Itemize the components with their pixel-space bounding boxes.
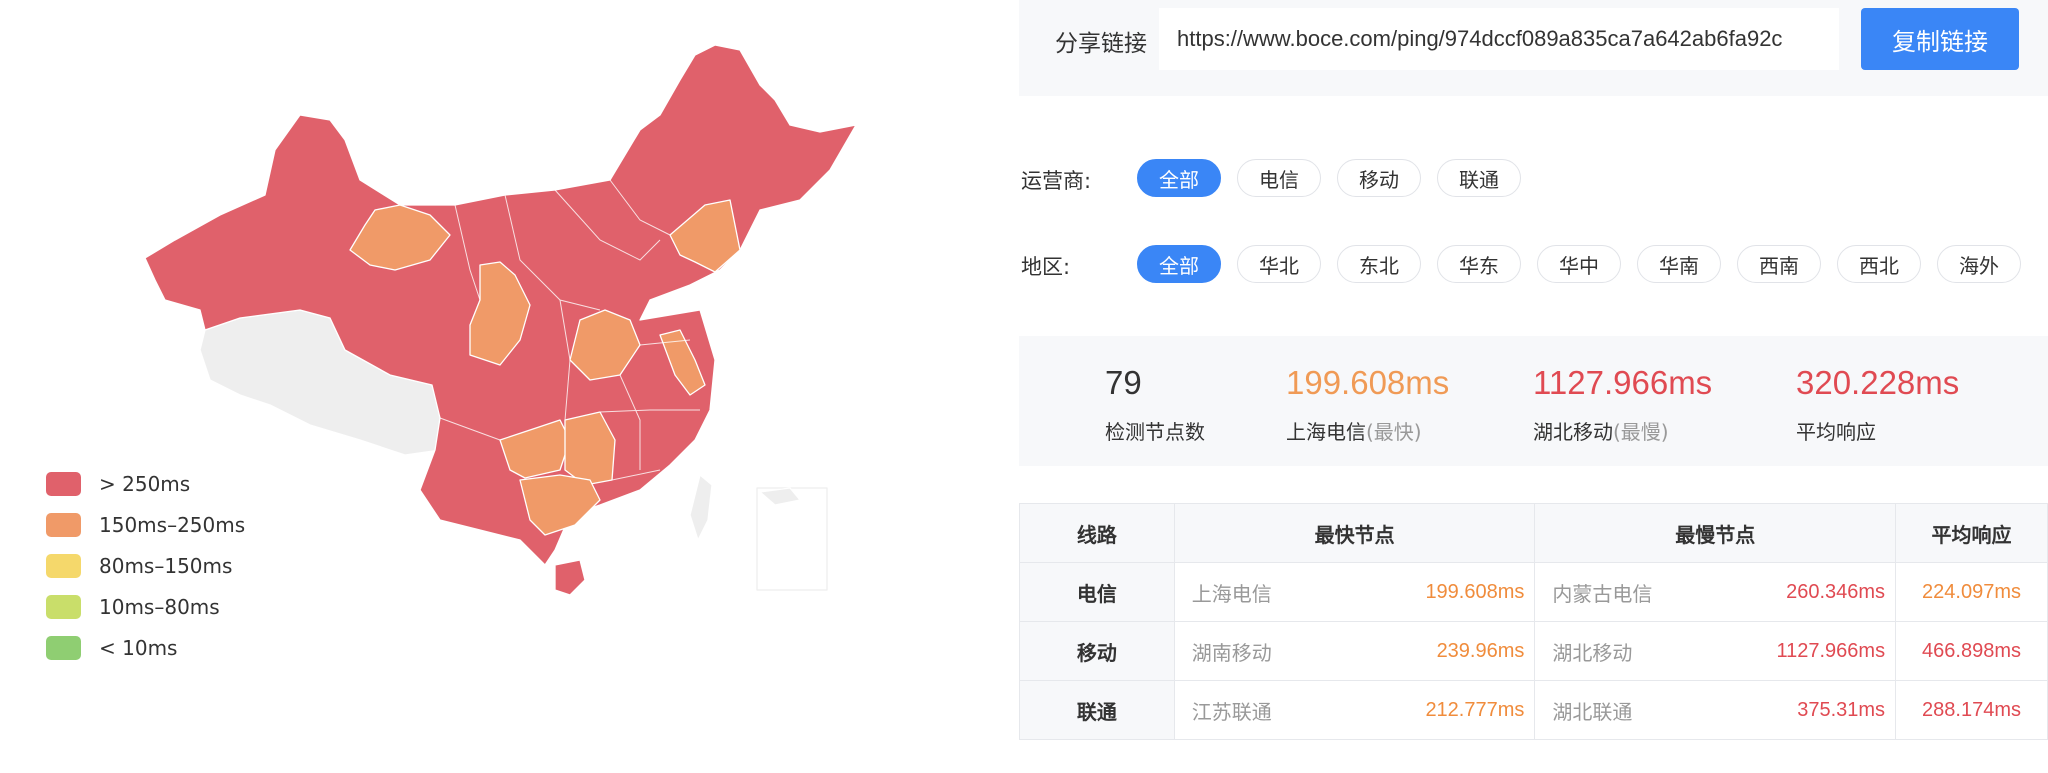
operator-pill-unicom[interactable]: 联通 (1437, 159, 1521, 197)
average-value: 320.228ms (1796, 364, 1960, 401)
fastest-label: 上海电信(最快) (1286, 416, 1422, 445)
slow-node-cell: 内蒙古电信 260.346ms (1534, 562, 1897, 622)
copy-link-button[interactable]: 复制链接 (1861, 8, 2019, 70)
table-row[interactable]: 联通 江苏联通 212.777ms 湖北联通 375.31ms 288.174ms (1019, 680, 2048, 740)
legend-item[interactable]: < 10ms (46, 627, 245, 668)
legend-label: > 250ms (99, 471, 191, 496)
share-label: 分享链接 (1055, 31, 1147, 57)
region-pill-overseas[interactable]: 海外 (1937, 245, 2021, 283)
legend-item[interactable]: > 250ms (46, 463, 245, 504)
slow-node-cell: 湖北联通 375.31ms (1534, 680, 1897, 740)
operator-filter-label: 运营商: (1021, 169, 1092, 193)
south-sea-inset (756, 487, 828, 591)
table-header-row: 线路 最快节点 最慢节点 平均响应 (1019, 503, 2048, 563)
region-hainan[interactable] (554, 559, 586, 596)
legend-swatch (46, 512, 81, 537)
legend-item[interactable]: 10ms–80ms (46, 586, 245, 627)
region-pill-southwest[interactable]: 西南 (1737, 245, 1821, 283)
slowest-value: 1127.966ms (1533, 364, 1713, 401)
region-pill-south[interactable]: 华南 (1637, 245, 1721, 283)
slow-node-ms: 375.31ms (1797, 698, 1886, 721)
node-count-label: 检测节点数 (1105, 420, 1205, 444)
fast-node-name: 湖南移动 (1191, 640, 1272, 665)
average-cell: 466.898ms (1895, 621, 2048, 681)
legend-swatch (46, 553, 81, 578)
map-legend: > 250ms 150ms–250ms 80ms–150ms 10ms–80ms… (46, 463, 245, 668)
average-cell: 224.097ms (1895, 562, 2048, 622)
region-taiwan[interactable] (689, 474, 713, 541)
slow-node-ms: 260.346ms (1786, 580, 1886, 603)
operator-pill-all[interactable]: 全部 (1137, 159, 1221, 197)
fast-node-cell: 湖南移动 239.96ms (1173, 621, 1536, 681)
fast-node-ms: 199.608ms (1425, 580, 1525, 603)
fastest-value: 199.608ms (1286, 364, 1450, 401)
region-filter-label: 地区: (1021, 255, 1071, 279)
legend-swatch (46, 471, 81, 496)
legend-item[interactable]: 80ms–150ms (46, 545, 245, 586)
legend-swatch (46, 594, 81, 619)
table-row[interactable]: 电信 上海电信 199.608ms 内蒙古电信 260.346ms 224.097m… (1019, 562, 2048, 622)
legend-swatch (46, 635, 81, 660)
region-pill-east[interactable]: 华东 (1437, 245, 1521, 283)
slow-node-ms: 1127.966ms (1776, 639, 1886, 662)
header-line: 线路 (1019, 503, 1175, 563)
operator-pill-telecom[interactable]: 电信 (1237, 159, 1321, 197)
legend-label: 80ms–150ms (99, 553, 233, 578)
table-row[interactable]: 移动 湖南移动 239.96ms 湖北移动 1127.966ms 466.898ms (1019, 621, 2048, 681)
header-average: 平均响应 (1895, 503, 2048, 563)
slowest-label: 湖北移动(最慢) (1533, 416, 1669, 445)
fast-node-cell: 上海电信 199.608ms (1173, 562, 1536, 622)
legend-label: 150ms–250ms (99, 512, 246, 537)
slowest-tag: (最慢) (1613, 420, 1669, 444)
average-label: 平均响应 (1796, 420, 1876, 444)
line-cell: 电信 (1019, 562, 1175, 622)
slow-node-name: 内蒙古电信 (1552, 581, 1653, 606)
region-pill-northeast[interactable]: 东北 (1337, 245, 1421, 283)
fastest-tag: (最快) (1366, 420, 1422, 444)
share-link-input[interactable] (1159, 8, 1839, 70)
fast-node-ms: 239.96ms (1436, 639, 1525, 662)
legend-item[interactable]: 150ms–250ms (46, 504, 245, 545)
slowest-node-name: 湖北移动 (1533, 420, 1613, 444)
line-cell: 联通 (1019, 680, 1175, 740)
average-cell: 288.174ms (1895, 680, 2048, 740)
legend-label: < 10ms (99, 635, 178, 660)
node-count-value: 79 (1105, 364, 1142, 401)
fast-node-cell: 江苏联通 212.777ms (1173, 680, 1536, 740)
share-panel: 分享链接 复制链接 (1019, 0, 2048, 96)
region-pill-northwest[interactable]: 西北 (1837, 245, 1921, 283)
region-pill-central[interactable]: 华中 (1537, 245, 1621, 283)
region-pill-north[interactable]: 华北 (1237, 245, 1321, 283)
legend-label: 10ms–80ms (99, 594, 220, 619)
fast-node-name: 江苏联通 (1191, 699, 1272, 724)
slow-node-cell: 湖北移动 1127.966ms (1534, 621, 1897, 681)
summary-stats-panel: 79 检测节点数 199.608ms 上海电信(最快) 1127.966ms 湖… (1019, 336, 2048, 466)
fast-node-name: 上海电信 (1191, 581, 1272, 606)
operator-pill-mobile[interactable]: 移动 (1337, 159, 1421, 197)
latency-map-panel: > 250ms 150ms–250ms 80ms–150ms 10ms–80ms… (0, 0, 1000, 773)
header-slowest-node: 最慢节点 (1534, 503, 1897, 563)
header-fastest-node: 最快节点 (1173, 503, 1536, 563)
fast-node-ms: 212.777ms (1425, 698, 1525, 721)
line-cell: 移动 (1019, 621, 1175, 681)
results-table: 线路 最快节点 最慢节点 平均响应 电信 上海电信 199.608ms 内蒙古电信… (1019, 503, 2048, 740)
slow-node-name: 湖北移动 (1552, 640, 1633, 665)
slow-node-name: 湖北联通 (1552, 699, 1633, 724)
region-pill-all[interactable]: 全部 (1137, 245, 1221, 283)
fastest-node-name: 上海电信 (1286, 420, 1366, 444)
